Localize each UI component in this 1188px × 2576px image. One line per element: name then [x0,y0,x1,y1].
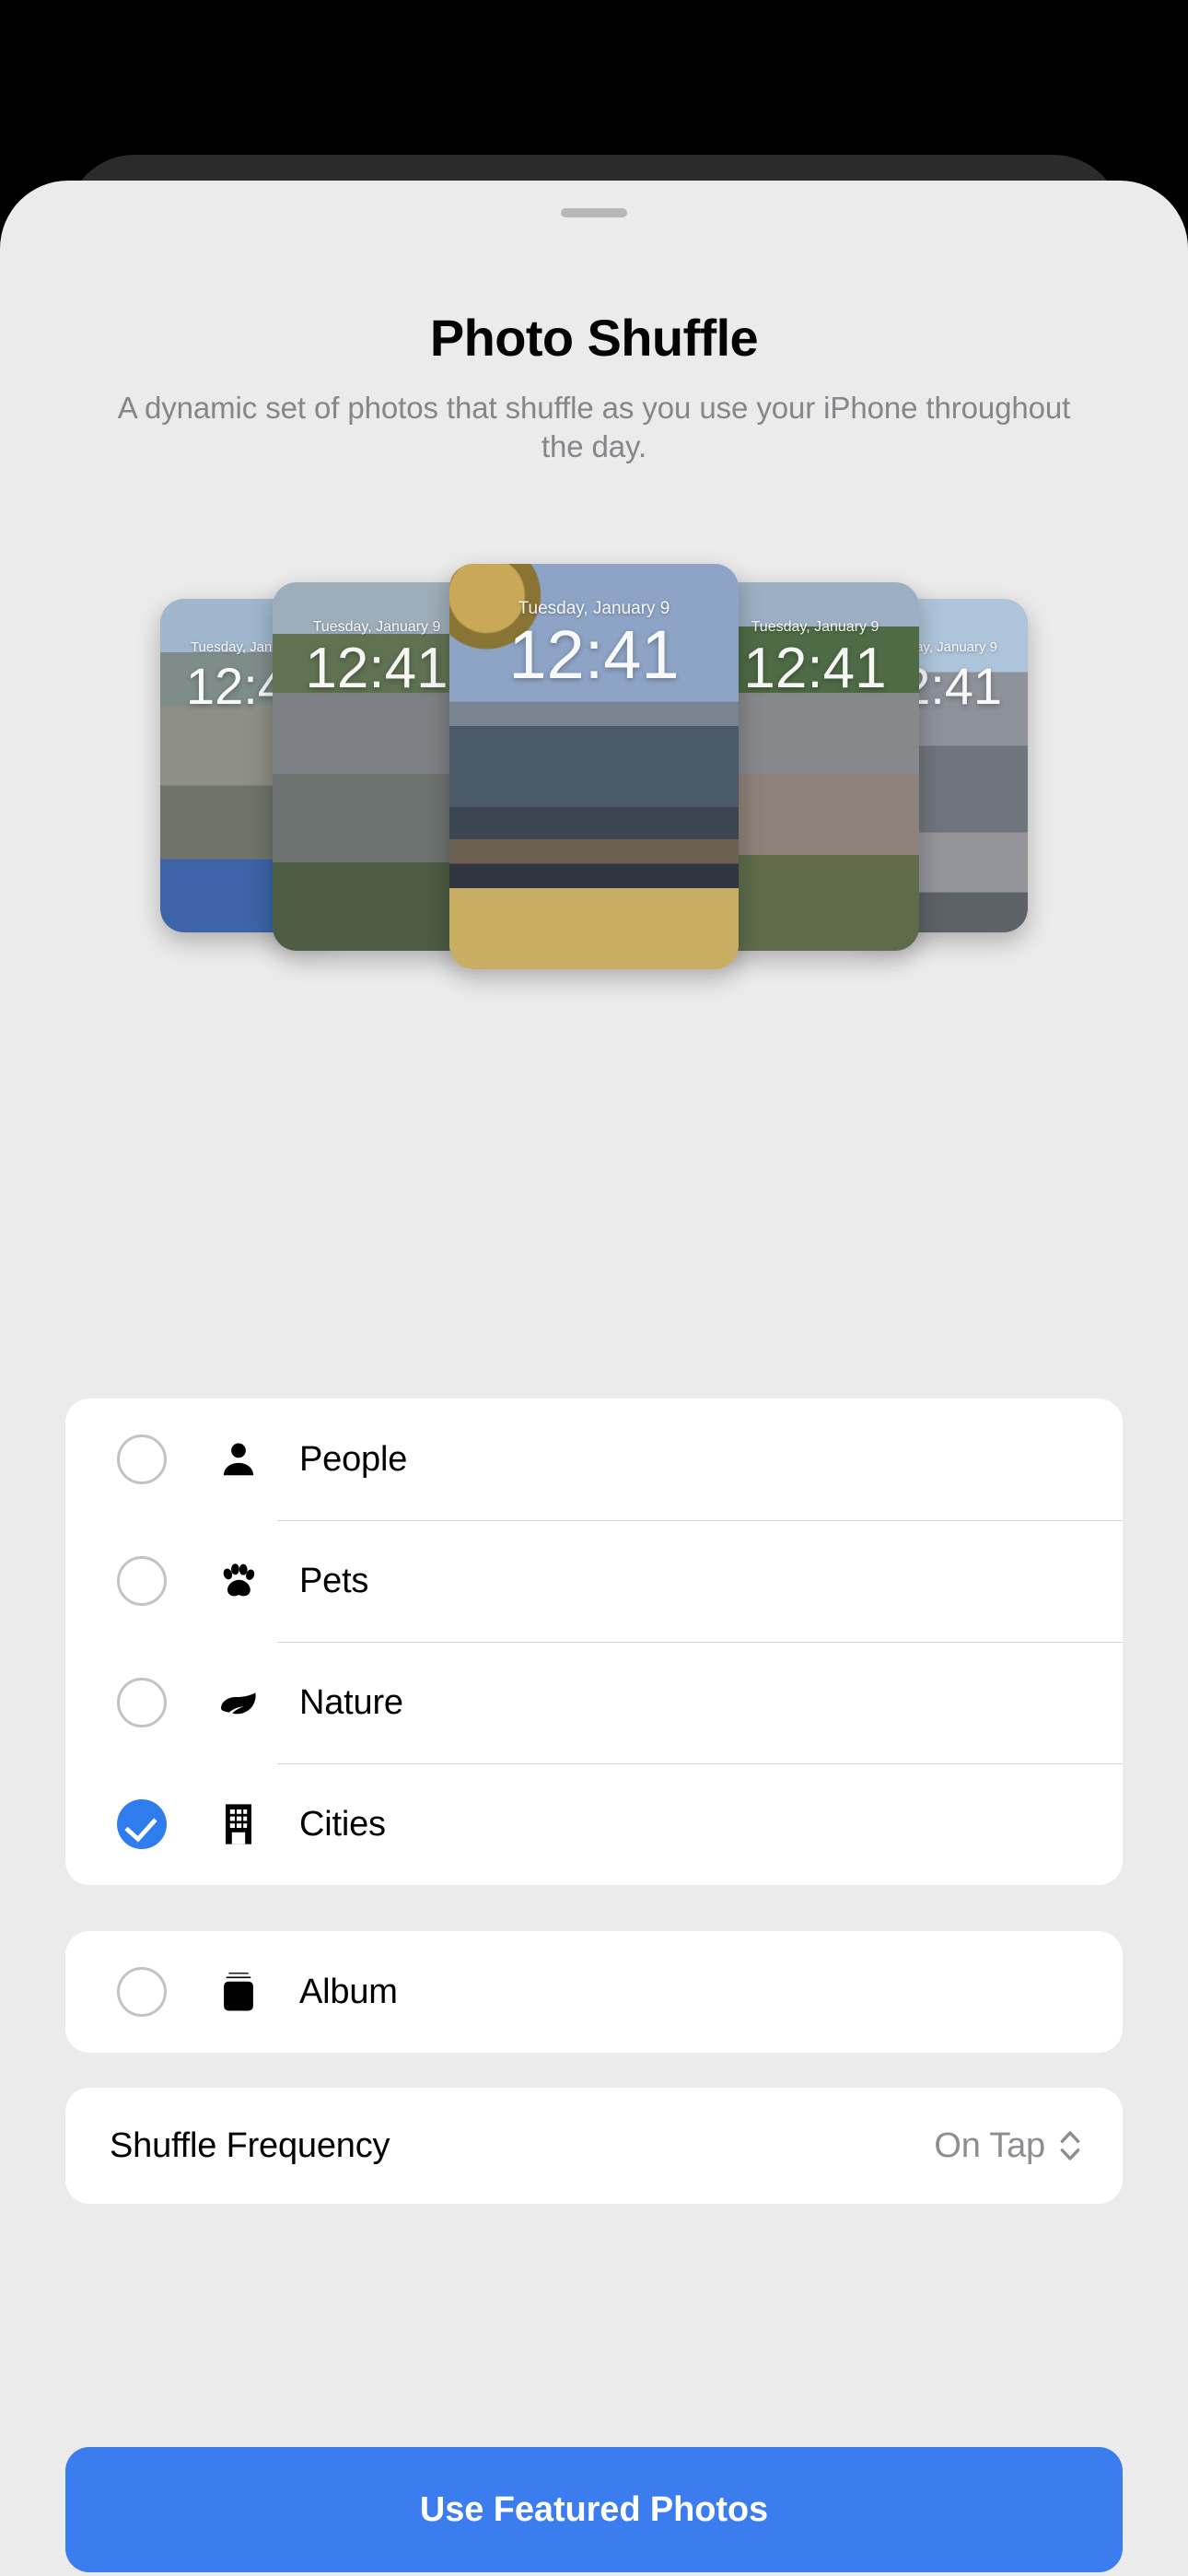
page-title: Photo Shuffle [429,309,759,367]
row-divider [277,1520,1123,1521]
sheet-header: Photo Shuffle A dynamic set of photos th… [0,310,1188,466]
photo-shuffle-sheet: Photo Shuffle A dynamic set of photos th… [0,181,1188,2576]
preview-time: 12:41 [743,637,887,700]
category-row-pets[interactable]: Pets [65,1520,1123,1642]
category-row-nature[interactable]: Nature [65,1642,1123,1763]
album-option-group: Album [65,1931,1123,2053]
row-divider [277,1763,1123,1764]
leaf-icon [213,1677,264,1728]
category-option-group: People Pets Nature Cities [65,1399,1123,1885]
radio-album[interactable] [117,1967,167,2017]
phone-screen: Photo Shuffle A dynamic set of photos th… [0,0,1188,2576]
radio-nature[interactable] [117,1678,167,1727]
shuffle-frequency-label: Shuffle Frequency [110,2125,390,2165]
building-icon [213,1798,264,1850]
category-label: Cities [299,1804,386,1844]
paw-icon [213,1555,264,1607]
radio-cities[interactable] [117,1799,167,1849]
album-label: Album [299,1972,398,2011]
radio-pets[interactable] [117,1556,167,1606]
page-subtitle: A dynamic set of photos that shuffle as … [117,390,1071,463]
category-label: Pets [299,1561,369,1600]
sheet-grabber-handle[interactable] [561,208,627,217]
album-stack-icon [213,1966,264,2018]
album-row[interactable]: Album [65,1931,1123,2053]
person-icon [213,1434,264,1485]
shuffle-frequency-group: Shuffle Frequency On Tap [65,2088,1123,2204]
category-row-cities[interactable]: Cities [65,1763,1123,1885]
use-featured-photos-button[interactable]: Use Featured Photos [65,2447,1123,2572]
shuffle-frequency-value: On Tap [934,2125,1045,2165]
preview-date: Tuesday, January 9 [751,619,879,635]
row-divider [277,1642,1123,1643]
shuffle-frequency-control[interactable]: On Tap [934,2125,1082,2166]
category-row-people[interactable]: People [65,1399,1123,1520]
category-label: Nature [299,1682,403,1722]
category-label: People [299,1439,408,1479]
chevron-up-down-icon[interactable] [1058,2125,1082,2166]
preview-time: 12:41 [508,616,680,693]
lock-screen-preview-carousel[interactable]: Tuesday, January 9 12:41 Tuesday, Januar… [0,556,1188,980]
shuffle-frequency-row[interactable]: Shuffle Frequency On Tap [65,2088,1123,2204]
preview-card-active[interactable]: Tuesday, January 9 12:41 [449,564,739,969]
preview-card[interactable]: Tuesday, January 9 12:41 [711,582,919,951]
radio-people[interactable] [117,1434,167,1484]
